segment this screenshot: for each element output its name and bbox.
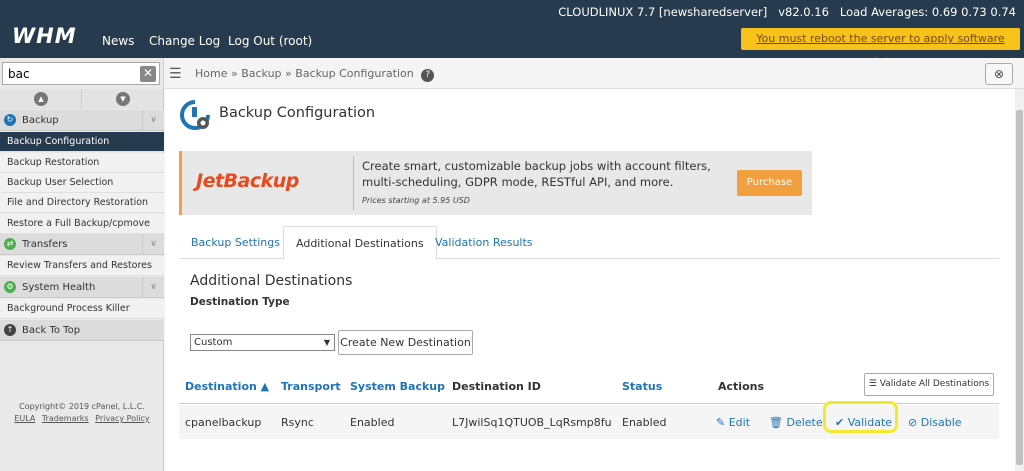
col-destination[interactable]: Destination ▲ (185, 380, 269, 393)
nav-change-log[interactable]: Change Log (149, 34, 220, 48)
sidebar-item-backup-user-selection[interactable]: Backup User Selection (0, 173, 164, 193)
cell-status: Enabled (622, 416, 667, 429)
breadcrumb-bar: ☰ Home » Backup » Backup Configuration ?… (165, 58, 1024, 89)
eula-link[interactable]: EULA (14, 414, 35, 423)
breadcrumb-backup[interactable]: Backup (241, 67, 281, 80)
sidebar: ✕ ▲ ▼ ↻ Backup ∨ Backup Configuration Ba… (0, 58, 164, 471)
cell-destination: cpanelbackup (185, 416, 262, 429)
category-label: System Health (22, 282, 96, 293)
category-system-health[interactable]: ⚙ System Health ∨ (0, 277, 164, 298)
promo-text: Create smart, customizable backup jobs w… (362, 159, 711, 189)
expand-all-button[interactable]: ▼ (82, 89, 164, 109)
search-input[interactable] (8, 67, 138, 81)
tab-validation-results[interactable]: Validation Results (423, 226, 545, 259)
sidebar-item-backup-configuration[interactable]: Backup Configuration (0, 132, 164, 152)
breadcrumb-current: Backup Configuration (295, 67, 414, 80)
divider (353, 156, 354, 210)
trademarks-link[interactable]: Trademarks (42, 414, 89, 423)
arrow-up-icon: ↑ (4, 324, 16, 336)
validate-highlight-annotation (823, 401, 898, 433)
col-system-backup[interactable]: System Backup (350, 380, 445, 393)
sidebar-item-review-transfers[interactable]: Review Transfers and Restores (0, 256, 164, 276)
delete-action[interactable]: 🗑 Delete (769, 416, 823, 429)
backup-icon: ↻ (4, 114, 16, 126)
promo-price: Prices starting at 5.95 USD (362, 196, 470, 205)
sidebar-item-background-process-killer[interactable]: Background Process Killer (0, 299, 164, 319)
cell-system-backup: Enabled (350, 416, 395, 429)
validate-all-label: Validate All Destinations (879, 379, 990, 389)
breadcrumb-home[interactable]: Home (195, 67, 227, 80)
trash-icon: 🗑 (769, 416, 787, 429)
sidebar-item-backup-restoration[interactable]: Backup Restoration (0, 153, 164, 173)
sidebar-item-file-directory-restoration[interactable]: File and Directory Restoration (0, 193, 164, 213)
list-icon: ☰ (868, 379, 880, 389)
close-icon[interactable]: ⊗ (985, 63, 1013, 85)
col-transport[interactable]: Transport (281, 380, 341, 393)
delete-label: Delete (786, 416, 823, 429)
purchase-button[interactable]: Purchase (737, 170, 802, 196)
chevron-down-icon[interactable]: ∨ (142, 277, 164, 298)
breadcrumb-separator: » (230, 67, 238, 80)
disable-label: Disable (920, 416, 962, 429)
collapse-all-button[interactable]: ▲ (0, 89, 82, 109)
clear-search-button[interactable]: ✕ (140, 66, 156, 82)
jetbackup-logo: JetBackup (196, 170, 299, 192)
sidebar-item-restore-full-backup[interactable]: Restore a Full Backup/cpmove File (0, 214, 164, 249)
search-box: ✕ (2, 62, 160, 85)
promo-banner: JetBackup Create smart, customizable bac… (179, 151, 812, 215)
cell-destination-id: L7JwilSq1QTUOB_LqRsmp8fu (452, 416, 612, 429)
nav-log-out[interactable]: Log Out (root) (228, 34, 312, 48)
scrollbar-thumb[interactable] (1016, 110, 1023, 465)
category-label: Transfers (22, 239, 68, 250)
sort-controls: ▲ ▼ (0, 89, 164, 109)
edit-action[interactable]: ✎ Edit (716, 416, 750, 429)
main-content: Backup Configuration JetBackup Create sm… (165, 89, 1015, 471)
reboot-notice[interactable]: You must reboot the server to apply soft… (741, 28, 1020, 67)
destination-type-value: Custom (194, 337, 233, 348)
back-to-top-label: Back To Top (22, 325, 81, 336)
col-destination-id: Destination ID (452, 380, 541, 393)
edit-label: Edit (728, 416, 751, 429)
whm-logo[interactable]: WHM (12, 24, 77, 48)
pencil-icon: ✎ (716, 416, 729, 429)
dropdown-arrow-icon: ▼ (323, 338, 330, 347)
tab-bar: Backup Settings Additional Destinations … (179, 226, 999, 260)
validate-all-button[interactable]: ☰ Validate All Destinations (864, 373, 994, 396)
chevron-down-icon[interactable]: ∨ (142, 234, 164, 255)
destination-type-select[interactable]: Custom ▼ (190, 334, 335, 351)
chevron-down-icon[interactable]: ∨ (142, 110, 164, 131)
destination-type-label: Destination Type (190, 296, 290, 308)
category-backup[interactable]: ↻ Backup ∨ (0, 110, 164, 131)
section-title: Additional Destinations (190, 273, 353, 289)
col-actions: Actions (718, 380, 764, 393)
category-label: Backup (22, 115, 59, 126)
tab-additional-destinations[interactable]: Additional Destinations (283, 226, 437, 260)
menu-toggle-icon[interactable]: ☰ (169, 66, 182, 82)
top-bar: WHM News Change Log Log Out (root) CLOUD… (0, 0, 1024, 67)
cell-transport: Rsync (281, 416, 314, 429)
chevron-up-icon: ▲ (34, 92, 48, 106)
transfers-icon: ⇄ (4, 238, 16, 250)
breadcrumb-separator: » (285, 67, 292, 80)
system-health-icon: ⚙ (4, 281, 16, 293)
create-destination-button[interactable]: Create New Destination (338, 330, 473, 355)
privacy-policy-link[interactable]: Privacy Policy (95, 414, 150, 423)
nav-news[interactable]: News (102, 34, 134, 48)
disable-icon: ⊘ (908, 416, 921, 429)
page-title: Backup Configuration (219, 105, 376, 121)
category-transfers[interactable]: ⇄ Transfers ∨ (0, 234, 164, 255)
breadcrumb: Home » Backup » Backup Configuration ? (195, 67, 435, 82)
help-icon[interactable]: ? (421, 69, 435, 82)
tab-backup-settings[interactable]: Backup Settings (179, 226, 292, 259)
chevron-down-icon: ▼ (116, 92, 130, 106)
copyright-text: Copyright© 2019 cPanel, L.L.C. (19, 402, 145, 411)
col-status[interactable]: Status (622, 380, 662, 393)
system-info: CLOUDLINUX 7.7 [newsharedserver] v82.0.1… (558, 5, 1016, 19)
back-to-top-button[interactable]: ↑ Back To Top (0, 320, 164, 341)
backup-configuration-icon (180, 100, 210, 130)
disable-action[interactable]: ⊘ Disable (908, 416, 962, 429)
copyright: Copyright© 2019 cPanel, L.L.C. EULA Trad… (0, 401, 164, 425)
